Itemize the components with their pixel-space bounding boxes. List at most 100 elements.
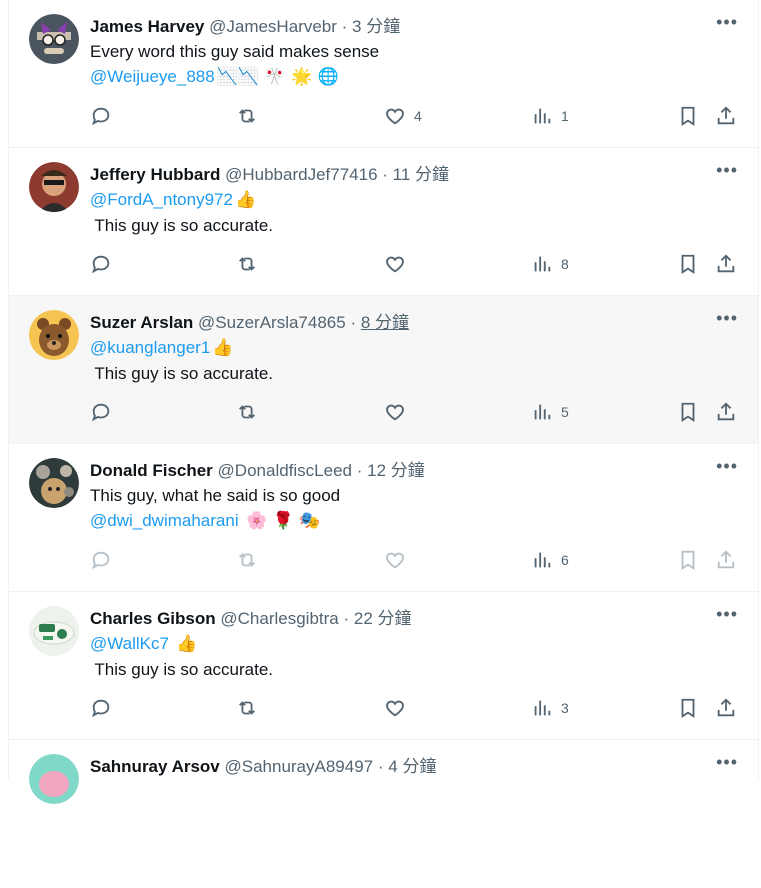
share-button[interactable] (715, 697, 737, 719)
reply-button[interactable] (90, 697, 112, 719)
mention-link[interactable]: @WallKc7 (90, 634, 169, 653)
views-button[interactable]: 6 (531, 549, 569, 571)
reply-button[interactable] (90, 549, 112, 571)
author-handle[interactable]: @DonaldfiscLeed (218, 461, 352, 480)
share-button[interactable] (715, 105, 737, 127)
mention-link[interactable]: @dwi_dwimaharani (90, 511, 239, 530)
bookmark-button[interactable] (677, 549, 699, 571)
timestamp[interactable]: 8 分鐘 (361, 313, 409, 332)
bookmark-button[interactable] (677, 105, 699, 127)
author-handle[interactable]: @SahnurayA89497 (224, 757, 373, 776)
retweet-button[interactable] (236, 253, 258, 275)
more-options-icon[interactable]: ••• (716, 308, 738, 329)
bookmark-icon (681, 402, 695, 422)
views-button[interactable]: 5 (531, 401, 569, 423)
timestamp[interactable]: 4 分鐘 (388, 757, 436, 776)
avatar[interactable] (29, 310, 79, 360)
bookmark-icon (681, 106, 695, 126)
reply-icon (92, 551, 110, 570)
author-name[interactable]: James Harvey (90, 17, 204, 36)
author-name[interactable]: Charles Gibson (90, 609, 216, 628)
emoji: 📉📉 🎌 🌟 🌐 (216, 67, 339, 87)
author-name[interactable]: Donald Fischer (90, 461, 213, 480)
bookmark-button[interactable] (677, 253, 699, 275)
author-name[interactable]: Suzer Arslan (90, 313, 193, 332)
timestamp[interactable]: 11 分鐘 (393, 165, 449, 184)
action-bar: 8 (90, 253, 758, 277)
mention-link[interactable]: @FordA_ntony972 (90, 190, 233, 209)
like-button[interactable]: 4 (384, 105, 422, 127)
views-button[interactable]: 1 (531, 105, 569, 127)
action-bar: 3 (90, 697, 758, 721)
like-button[interactable] (384, 549, 414, 571)
bookmark-icon (681, 550, 695, 570)
bookmark-button[interactable] (677, 697, 699, 719)
views-icon (534, 552, 551, 568)
retweet-button[interactable] (236, 549, 258, 571)
retweet-icon (239, 405, 255, 419)
mention-link[interactable]: @kuanglanger1 (90, 338, 210, 357)
avatar[interactable] (29, 754, 79, 804)
views-button[interactable]: 3 (531, 697, 569, 719)
action-bar: 5 (90, 401, 758, 425)
retweet-button[interactable] (236, 697, 258, 719)
avatar[interactable] (29, 162, 79, 212)
more-options-icon[interactable]: ••• (716, 12, 738, 33)
tweet-text: Every word this guy said makes sense (90, 42, 380, 61)
view-count: 3 (561, 700, 569, 716)
separator-dot: · (343, 609, 350, 628)
reply-button[interactable] (90, 401, 112, 423)
retweet-icon (239, 701, 255, 715)
tweet-suzer-arslan[interactable]: Suzer Arslan @SuzerArsla74865 · 8 分鐘 @ku… (9, 296, 758, 444)
tweet-text-line: Every word this guy said makes sense (90, 39, 758, 64)
more-options-icon[interactable]: ••• (716, 752, 738, 773)
tweet-text: This guy, what he said is so good (90, 486, 341, 505)
heart-icon (386, 256, 404, 273)
avatar[interactable] (29, 458, 79, 508)
tweet-donald-fischer[interactable]: Donald Fischer @DonaldfiscLeed · 12 分鐘 T… (9, 444, 758, 592)
timestamp[interactable]: 12 分鐘 (367, 461, 425, 480)
action-bar: 4 1 (90, 105, 758, 129)
views-icon (534, 256, 551, 272)
author-handle[interactable]: @JamesHarvebr (209, 17, 337, 36)
author-handle[interactable]: @HubbardJef77416 (225, 165, 377, 184)
like-button[interactable] (384, 401, 414, 423)
tweet-jeffery-hubbard[interactable]: Jeffery Hubbard @HubbardJef77416 · 11 分鐘… (9, 148, 758, 296)
tweet-james-harvey[interactable]: James Harvey @JamesHarvebr · 3 分鐘 Every … (9, 0, 758, 148)
like-button[interactable] (384, 253, 414, 275)
reply-button[interactable] (90, 105, 112, 127)
share-button[interactable] (715, 401, 737, 423)
share-icon (717, 254, 735, 273)
like-button[interactable] (384, 697, 414, 719)
mention-link[interactable]: @Weijueye_888 (90, 67, 215, 86)
bookmark-button[interactable] (677, 401, 699, 423)
views-button[interactable]: 8 (531, 253, 569, 275)
separator-dot: · (350, 313, 357, 332)
more-options-icon[interactable]: ••• (716, 604, 738, 625)
author-handle[interactable]: @SuzerArsla74865 (198, 313, 346, 332)
view-count: 8 (561, 256, 569, 272)
more-options-icon[interactable]: ••• (716, 160, 738, 181)
retweet-icon (239, 257, 255, 271)
avatar[interactable] (29, 606, 79, 656)
reply-icon (92, 107, 110, 126)
author-name[interactable]: Sahnuray Arsov (90, 757, 220, 776)
share-button[interactable] (715, 549, 737, 571)
tweet-charles-gibson[interactable]: Charles Gibson @Charlesgibtra · 22 分鐘 @W… (9, 592, 758, 740)
emoji: 👍 (170, 634, 198, 654)
retweet-icon (239, 553, 255, 567)
share-button[interactable] (715, 253, 737, 275)
author-name[interactable]: Jeffery Hubbard (90, 165, 220, 184)
author-handle[interactable]: @Charlesgibtra (220, 609, 338, 628)
avatar[interactable] (29, 14, 79, 64)
retweet-button[interactable] (236, 105, 258, 127)
timestamp[interactable]: 22 分鐘 (354, 609, 412, 628)
separator-dot: · (377, 757, 384, 776)
tweet-sahnuray-arsov[interactable]: Sahnuray Arsov @SahnurayA89497 · 4 分鐘 ••… (9, 740, 758, 888)
emoji: 👍 (212, 338, 234, 358)
separator-dot: · (382, 165, 388, 184)
reply-button[interactable] (90, 253, 112, 275)
retweet-button[interactable] (236, 401, 258, 423)
more-options-icon[interactable]: ••• (716, 456, 738, 477)
timestamp[interactable]: 3 分鐘 (352, 17, 400, 36)
